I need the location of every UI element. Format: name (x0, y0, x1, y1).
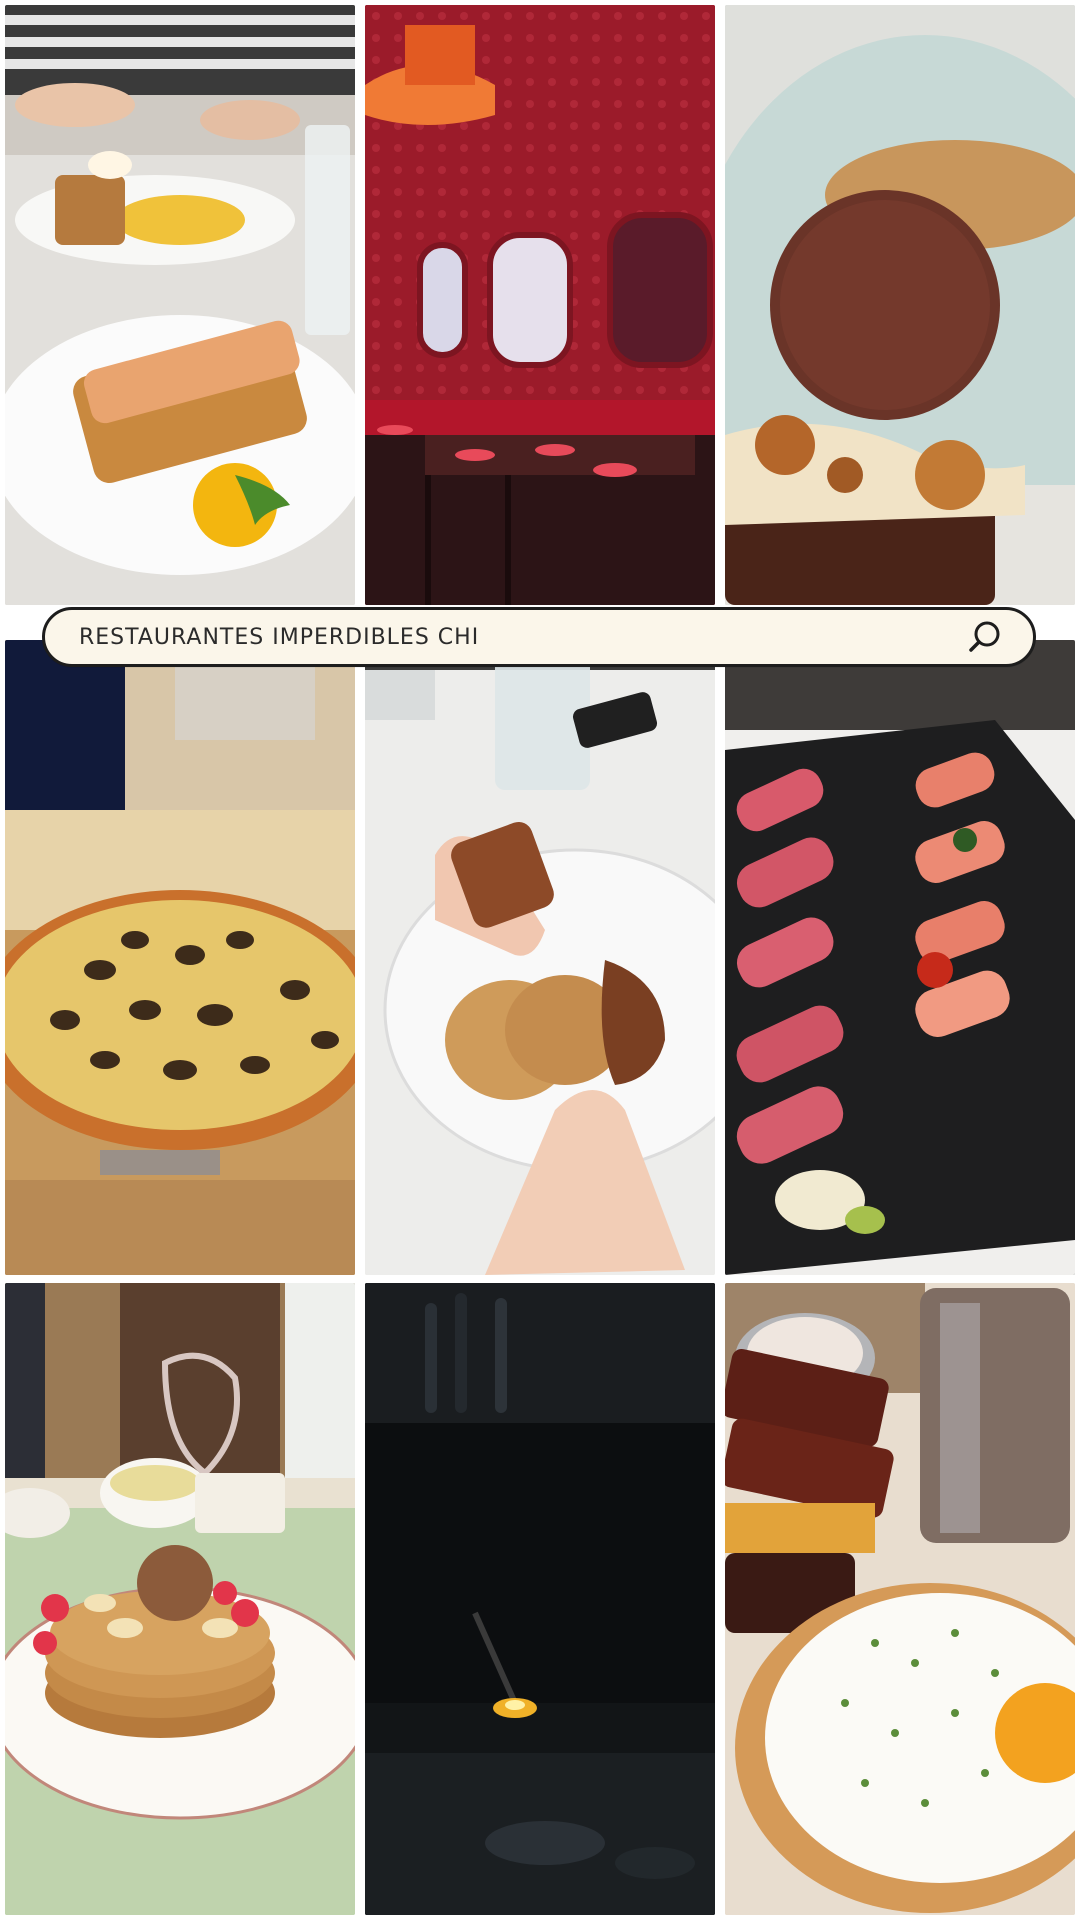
truffle-pizza-image (5, 640, 355, 1275)
photo-tile-dark-bar[interactable] (365, 1283, 715, 1915)
pancakes-image (5, 1283, 355, 1915)
search-icon[interactable] (965, 617, 1005, 657)
lobster-roll-image (5, 5, 355, 605)
sushi-image (725, 640, 1075, 1275)
photo-tile-cookie[interactable] (365, 640, 715, 1275)
photo-tile-egg-toast[interactable] (725, 1283, 1075, 1915)
chocolate-dessert-image (725, 5, 1075, 605)
dark-bar-image (365, 1283, 715, 1915)
egg-toast-image (725, 1283, 1075, 1915)
cookie-image (365, 640, 715, 1275)
photo-tile-red-room[interactable] (365, 5, 715, 605)
photo-tile-chocolate-dessert[interactable] (725, 5, 1075, 605)
search-bar[interactable]: RESTAURANTES IMPERDIBLES CHI (42, 607, 1036, 667)
photo-grid: RESTAURANTES IMPERDIBLES CHI (0, 0, 1080, 1920)
search-query-text[interactable]: RESTAURANTES IMPERDIBLES CHI (79, 625, 965, 650)
photo-tile-pancakes[interactable] (5, 1283, 355, 1915)
photo-tile-sushi[interactable] (725, 640, 1075, 1275)
photo-tile-truffle-pizza[interactable] (5, 640, 355, 1275)
photo-tile-lobster-roll[interactable] (5, 5, 355, 605)
red-room-image (365, 5, 715, 605)
